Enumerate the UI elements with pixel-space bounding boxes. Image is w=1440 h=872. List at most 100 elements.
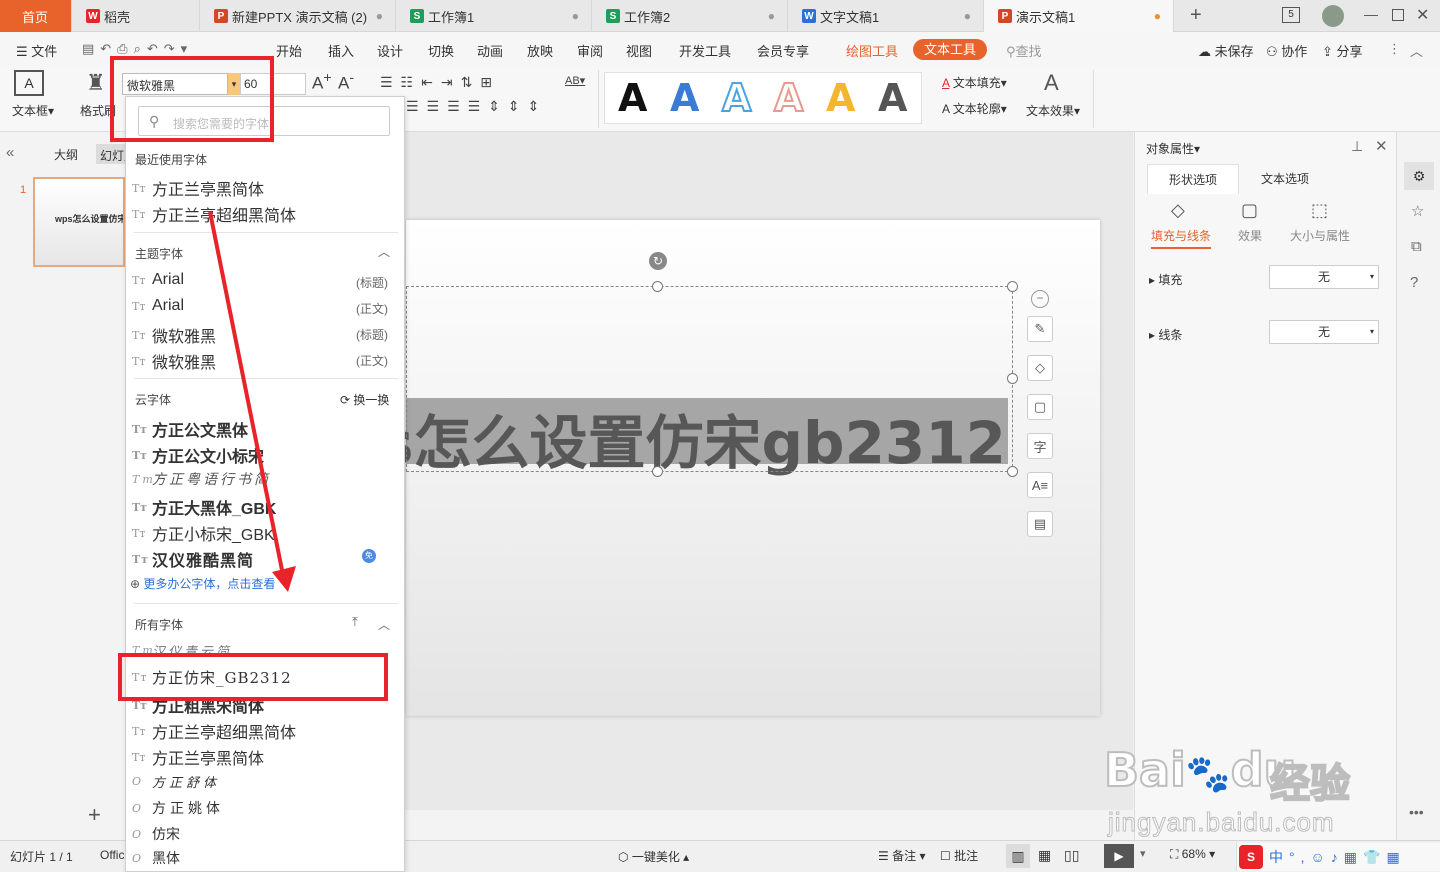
refresh-cloud-button[interactable]: ⟳ 换一换 [340, 391, 389, 408]
normal-view-icon[interactable]: ▥ [1006, 844, 1030, 868]
play-slideshow-button[interactable]: ▶ [1104, 844, 1134, 868]
art-style-gallery[interactable] [604, 72, 922, 124]
font-icon[interactable]: 字 [1027, 433, 1053, 459]
art-style-gold[interactable]: A [826, 76, 855, 120]
tab-shape-options[interactable]: 形状选项 [1147, 164, 1239, 194]
subtab-fill-line[interactable]: 填充与线条 [1151, 227, 1212, 249]
collapse-section-icon[interactable]: ︿ [378, 616, 390, 633]
menu-devtools[interactable]: 开发工具 [679, 41, 731, 60]
pen-icon[interactable]: ✎ [1027, 316, 1053, 342]
fill-icon[interactable]: ◇ [1027, 355, 1053, 381]
text-fill-button[interactable]: A 文本填充▾ [942, 74, 1007, 91]
font-item[interactable]: Tт 微软雅黑 [132, 323, 216, 347]
tab-ppt1[interactable]: P 演示文稿1 ● [984, 0, 1174, 32]
menu-text-tools[interactable]: 文本工具 [913, 39, 987, 60]
line-section[interactable]: ▸ 线条 [1149, 326, 1182, 343]
scroll-top-icon[interactable]: ⤒ [352, 614, 358, 630]
font-item[interactable]: Tт 方正兰亭超细黑简体 [132, 719, 296, 743]
resize-handle[interactable] [1007, 466, 1018, 477]
resize-handle[interactable] [1007, 373, 1018, 384]
text-box-icon[interactable]: ▤ [1027, 511, 1053, 537]
art-style-gray[interactable]: A [878, 76, 907, 120]
beautify-button[interactable]: ⬡ 一键美化 ▴ [618, 848, 689, 865]
subtab-effect[interactable]: 效果 [1238, 227, 1262, 244]
collapse-ribbon-icon[interactable]: ︿ [1410, 41, 1423, 60]
resize-handle[interactable] [1007, 281, 1018, 292]
collab-button[interactable]: ⚇ 协作 [1266, 41, 1307, 60]
more-icon[interactable]: ⋮ [1388, 41, 1401, 57]
sorter-view-icon[interactable]: ▦ [1038, 847, 1051, 864]
font-item[interactable]: Tт 方正兰亭黑简体 [132, 176, 264, 200]
fill-section[interactable]: ▸ 填充 [1149, 271, 1182, 288]
font-item[interactable]: Tт 方正兰亭超细黑简体 [132, 202, 296, 226]
text-direction-button[interactable]: AB▾ [565, 74, 585, 87]
sogou-icon[interactable]: S [1239, 845, 1263, 869]
collapse-pane-icon[interactable]: « [6, 144, 14, 161]
help-icon[interactable]: ? [1410, 274, 1418, 291]
font-item[interactable]: Tт 汉仪雅酷黑简 [132, 547, 254, 571]
art-style-blue[interactable]: A [670, 76, 699, 120]
menu-design[interactable]: 设计 [377, 41, 403, 60]
avatar[interactable] [1322, 5, 1344, 27]
menu-member[interactable]: 会员专享 [757, 41, 809, 60]
add-slide-button[interactable]: + [88, 802, 101, 828]
tab-text-options[interactable]: 文本选项 [1239, 164, 1331, 194]
art-style-black[interactable]: A [618, 76, 647, 120]
subtab-size[interactable]: 大小与属性 [1290, 227, 1350, 244]
font-item[interactable]: Tт 方正大黑体_GBK [132, 495, 276, 519]
reading-view-icon[interactable]: ▯▯ [1064, 847, 1079, 864]
font-item[interactable]: Tт 方正公文黑体 [132, 417, 248, 441]
font-item[interactable]: O 仿宋 [132, 824, 180, 844]
ime-toolbar[interactable]: S 中°,☺♪▦👕▦ [1236, 843, 1440, 871]
zoom-control[interactable]: ⛶ 68% ▾ [1170, 847, 1215, 862]
close-icon[interactable]: ● [964, 9, 971, 23]
maximize-icon[interactable] [1392, 9, 1404, 21]
menu-slideshow[interactable]: 放映 [527, 41, 553, 60]
font-item[interactable]: O 黑体 [132, 848, 180, 868]
ime-icons[interactable]: 中°,☺♪▦👕▦ [1269, 847, 1406, 867]
slide-thumbnail[interactable]: wps怎么设置仿宋gb2312 [33, 177, 125, 267]
text-effect-button[interactable]: 文本效果▾ [1026, 102, 1080, 119]
collapse-tools-icon[interactable]: − [1031, 290, 1049, 308]
fill-select[interactable]: 无 ▾ [1269, 265, 1379, 289]
tab-home[interactable]: 首页 [0, 0, 72, 32]
font-shrink-icon[interactable]: A- [338, 70, 354, 94]
font-grow-icon[interactable]: A+ [312, 70, 332, 94]
search-box[interactable]: ⚲查找 [1006, 41, 1042, 60]
tab-doc1[interactable]: W 文字文稿1 ● [788, 0, 984, 32]
tab-sheet1[interactable]: S 工作簿1 ● [396, 0, 592, 32]
transition-icon[interactable]: ⧉ [1411, 238, 1422, 255]
font-item[interactable]: Tт Arial [132, 271, 184, 289]
window-count-badge[interactable]: 5 [1282, 7, 1300, 23]
paragraph-tools-row2[interactable]: ☰☰☰☰⇕⇕⇕ [406, 98, 547, 115]
art-style-outline-red[interactable]: A [773, 75, 804, 121]
tab-docer[interactable]: W 稻壳 [72, 0, 200, 32]
tab-outline[interactable]: 大纲 [54, 146, 78, 163]
font-item[interactable]: Tт Arial [132, 297, 184, 315]
close-icon[interactable]: ● [376, 9, 383, 23]
collapse-section-icon[interactable]: ︿ [378, 243, 390, 260]
close-window-icon[interactable]: ✕ [1416, 5, 1429, 25]
font-item[interactable]: O 方正舒体 [132, 772, 220, 791]
tab-pptx2[interactable]: P 新建PPTX 演示文稿 (2) ● [200, 0, 396, 32]
new-tab-button[interactable]: + [1190, 4, 1202, 27]
outline-icon[interactable]: ▢ [1027, 394, 1053, 420]
text-outline-button[interactable]: A 文本轮廓▾ [942, 100, 1007, 117]
resize-handle[interactable] [652, 466, 663, 477]
menu-review[interactable]: 审阅 [577, 41, 603, 60]
font-item[interactable]: Tт 微软雅黑 [132, 349, 216, 373]
close-icon[interactable]: ● [572, 9, 579, 23]
notes-button[interactable]: ☰ 备注 ▾ [878, 847, 925, 864]
comment-button[interactable]: ☐ 批注 [940, 847, 978, 864]
menu-start[interactable]: 开始 [276, 41, 302, 60]
rotate-handle-icon[interactable]: ↻ [649, 252, 667, 270]
font-item[interactable]: Tт 方正公文小标宋 [132, 443, 264, 467]
art-style-outline-blue[interactable]: A [721, 75, 752, 121]
share-button[interactable]: ⇪ 分享 [1322, 41, 1363, 60]
tab-sheet2[interactable]: S 工作簿2 ● [592, 0, 788, 32]
close-pane-icon[interactable]: ✕ [1375, 137, 1388, 155]
menu-transition[interactable]: 切换 [428, 41, 454, 60]
quick-access-icons[interactable]: ▤↶⎙⌕↶↷▾ [82, 41, 193, 57]
menu-animation[interactable]: 动画 [477, 41, 503, 60]
more-office-fonts-link[interactable]: ⊕ 更多办公字体，点击查看 [130, 575, 275, 592]
